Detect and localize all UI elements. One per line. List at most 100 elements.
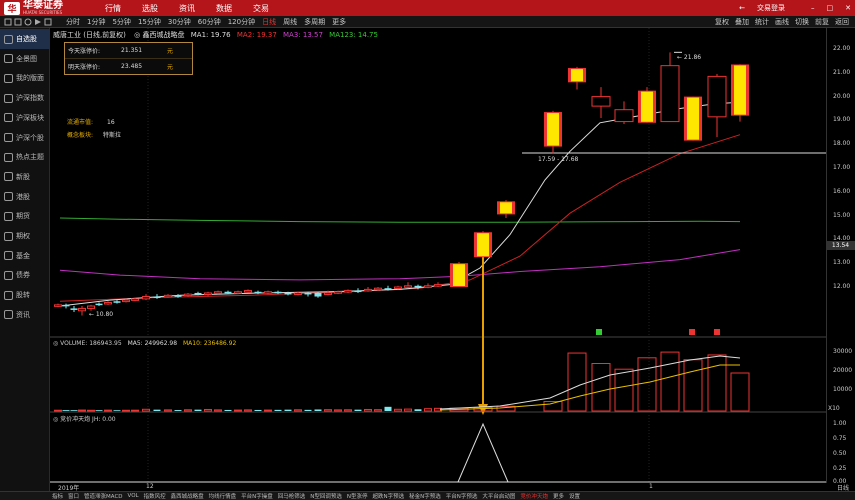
indicator-tab-16[interactable]: 更多 — [553, 492, 564, 500]
volume-bar-up — [244, 409, 252, 412]
volume-unit: X10 — [828, 405, 840, 412]
volume-bar-down — [274, 409, 282, 411]
indicator-tab-4[interactable]: 指数风控 — [144, 492, 166, 500]
y-price-label: 18.00 — [833, 140, 851, 148]
limit-up-fill — [687, 97, 699, 140]
volume-value: ◎ VOLUME: 186943.95 — [53, 340, 122, 347]
indicator-tab-17[interactable]: 设置 — [569, 492, 580, 500]
indicator-tab-15[interactable]: 竞价冲天炮 — [520, 492, 548, 500]
volume-bar-up — [264, 409, 272, 412]
today-limit-unit: 元 — [167, 48, 174, 55]
candle-body-up — [707, 75, 727, 118]
candle-body-up — [394, 286, 402, 289]
date-label-jan: 1 — [649, 483, 653, 490]
limit-up-fill — [641, 91, 653, 122]
volume-bar-up — [660, 351, 680, 412]
indicator-tab-3[interactable]: VOL — [128, 493, 139, 499]
candle-body-down — [174, 295, 182, 297]
volume-bar-up — [324, 409, 332, 412]
volume-bar-down — [284, 409, 292, 411]
ma3-line — [59, 249, 741, 281]
volume-bar-up — [214, 409, 222, 412]
ma123-value: MA123: 14.75 — [329, 31, 378, 39]
volume-bar-up — [122, 409, 130, 412]
indicator-tab-5[interactable]: 鑫西城战略盘 — [171, 492, 204, 500]
tomorrow-limit-label: 明天涨停价: — [68, 63, 101, 71]
y-price-label: 21.00 — [833, 68, 851, 76]
indicator-tab-2[interactable]: 管道滞涨MACD — [84, 492, 123, 500]
limit-up-fill — [500, 202, 512, 214]
volume-bar-up — [131, 409, 139, 412]
indicator-tab-8[interactable]: 回马枪筛选 — [278, 492, 306, 500]
y-price-label: 20.00 — [833, 92, 851, 100]
volume-bar-down — [304, 409, 312, 411]
concept-value[interactable]: 特斯拉 — [103, 132, 121, 139]
indicator-header: ◎ 竞价冲天炮 JH: 0.00 — [53, 416, 116, 423]
candle-body-up — [104, 301, 112, 305]
volume-bar-down — [62, 410, 70, 411]
signal-marker-icon — [714, 329, 720, 335]
indicator-tab-7[interactable]: 平台N字操盘 — [241, 492, 273, 500]
volume-bar-down — [194, 409, 202, 411]
volume-bar-down — [384, 406, 392, 411]
volume-bar-down — [153, 409, 161, 411]
candle-body-up — [234, 291, 242, 294]
volume-ma5: MA5: 249962.98 — [127, 340, 178, 347]
volume-bar-up — [374, 409, 382, 412]
candle-body-up — [434, 284, 442, 287]
range-annotation: 17.59 - 17.68 — [538, 156, 579, 163]
indicator-signal-line — [457, 422, 509, 483]
candle-body-down — [70, 308, 78, 310]
volume-bar-up — [54, 409, 62, 412]
candle-body-up — [122, 299, 130, 303]
date-axis: 2019年 12 1 — [50, 483, 826, 492]
indicator-bar: 指标 窗口 管道滞涨MACD VOL 指数风控 鑫西城战略盘 均线行情盘 平台N字操盘 回马枪筛… — [0, 491, 855, 500]
volume-bar-up — [567, 352, 587, 412]
y-price-label: 13.00 — [833, 259, 851, 267]
indicator-tab-12[interactable]: 秘金N字预选 — [409, 492, 441, 500]
candle-body-up — [214, 291, 222, 294]
candle-body-down — [95, 303, 103, 306]
y-volume-label: 10000 — [833, 386, 853, 393]
ma2-line — [59, 134, 741, 302]
indicator-tab-11[interactable]: 超跌N字预选 — [373, 492, 405, 500]
indicator-tab-14[interactable]: 大平台启动图 — [482, 492, 515, 500]
candle-body-up — [164, 294, 172, 298]
main-indicator-name[interactable]: ◎ 鑫西城战略盘 — [134, 31, 184, 39]
indicator-tab-10[interactable]: N型涨停 — [347, 492, 368, 500]
ma1-value: MA1: 19.76 — [190, 31, 231, 39]
indicator-tab-0[interactable]: 指标 — [52, 492, 63, 500]
y-price-label: 16.00 — [833, 187, 851, 195]
low-annotation: ← 10.80 — [89, 311, 114, 318]
indicator-tab-9[interactable]: N型回调预选 — [310, 492, 342, 500]
tomorrow-limit-row: 明天涨停价: 23.485 元 — [65, 58, 192, 73]
candle-body-up — [404, 285, 412, 288]
y-price-label: 15.00 — [833, 211, 851, 219]
limit-up-fill — [547, 113, 559, 146]
volume-bar-down — [354, 409, 362, 411]
candle-body-up — [374, 287, 382, 291]
candle-body-up — [87, 305, 95, 309]
y-price-label: 19.00 — [833, 116, 851, 124]
candle-body-up — [364, 288, 372, 292]
y-indicator-label: 0.50 — [833, 450, 847, 457]
indicator-tab-1[interactable]: 窗口 — [68, 492, 79, 500]
candle-body-up — [614, 109, 634, 123]
volume-bar-up — [87, 409, 95, 412]
y-volume-label: 30000 — [833, 348, 853, 355]
candle-body-down — [414, 285, 422, 288]
candle-body-down — [254, 291, 262, 294]
indicator-tab-6[interactable]: 均线行情盘 — [209, 492, 237, 500]
stock-name[interactable]: 威唐工业 (日线,前复权) — [53, 31, 126, 39]
y-indicator-label: 1.00 — [833, 420, 847, 427]
volume-bar-up — [404, 408, 412, 412]
signal-marker-icon — [689, 329, 695, 335]
today-limit-row: 今天涨停价: 21.351 元 — [65, 43, 192, 58]
volume-bar-down — [314, 409, 322, 411]
y-volume-label: 20000 — [833, 367, 853, 374]
tomorrow-limit-value: 23.485 — [121, 62, 143, 70]
tomorrow-limit-unit: 元 — [167, 63, 174, 71]
volume-bar-down — [224, 409, 232, 411]
volume-bar-up — [164, 409, 172, 412]
indicator-tab-13[interactable]: 平台N字预选 — [446, 492, 478, 500]
